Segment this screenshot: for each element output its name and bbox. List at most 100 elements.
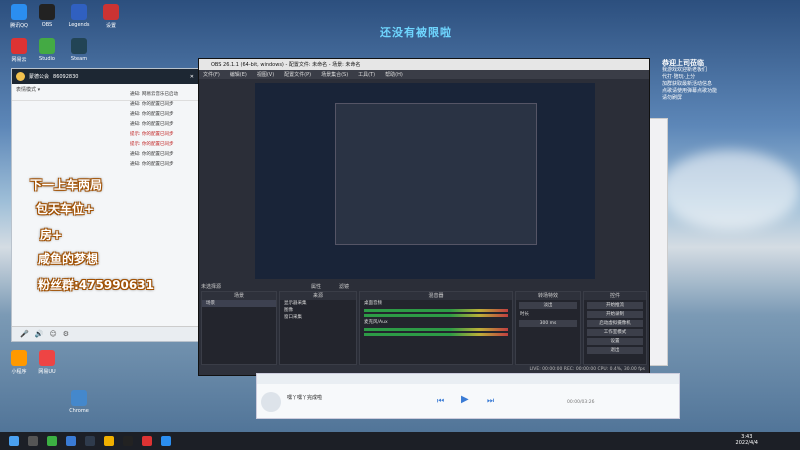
mixer-panel: 混音器 桌面音频 麦克风/Aux — [359, 291, 513, 365]
settings-button[interactable]: 设置 — [587, 338, 643, 345]
obs-window: OBS 26.1.1 (64-bit, windows) - 配置文件: 未命名… — [198, 58, 650, 376]
list-item: 提示: 你的配置已同步 — [130, 142, 174, 147]
controls-panel: 控件 开始推流 开始录制 启动虚拟摄像机 工作室模式 设置 退出 — [583, 291, 647, 365]
desktop-icon[interactable]: 网易UU — [30, 350, 64, 375]
no-source-label: 未选择源 — [201, 284, 222, 290]
qq-message-list: 通知: 网易云音乐已启动 通知: 你的配置已同步 通知: 你的配置已同步 通知:… — [130, 91, 198, 171]
menu-item[interactable]: 工具(T) — [358, 71, 375, 78]
list-item: 通知: 你的配置已同步 — [130, 102, 174, 107]
windows-start-icon[interactable] — [9, 436, 19, 446]
menu-item[interactable]: 帮助(H) — [385, 71, 403, 78]
play-icon[interactable]: ▶ — [461, 394, 469, 405]
menu-item[interactable]: 编辑(E) — [230, 71, 247, 78]
duration-label: 时长 — [520, 312, 529, 317]
right-line: 代打·陪玩·上分 — [662, 74, 696, 80]
menu-item[interactable]: 配置文件(P) — [284, 71, 311, 78]
chrome-icon — [71, 390, 87, 406]
qq-icon[interactable] — [161, 436, 171, 446]
desktop-icon[interactable]: Legends — [62, 4, 96, 28]
list-item: 通知: 你的配置已同步 — [130, 152, 174, 157]
speaker-icon[interactable]: 🔊 — [35, 330, 44, 338]
obs-menubar: 文件(F) 编辑(E) 视图(V) 配置文件(P) 场景集合(S) 工具(T) … — [199, 70, 649, 79]
music-player: 嘿丫嘿丫完成啦 ⏮ ▶ ⏭ 00:00/03:26 — [256, 373, 680, 419]
overlay-text: 下一上车两局 — [30, 178, 103, 192]
panel-title: 场景 — [202, 292, 276, 300]
right-title: 恭迎上司莅临 — [662, 59, 704, 67]
source-item[interactable]: 显示器采集 — [280, 300, 356, 307]
source-item[interactable]: 图像 — [280, 307, 356, 314]
mixer-track-label: 桌面音频 — [364, 301, 382, 306]
source-item[interactable]: 窗口采集 — [280, 314, 356, 321]
right-line: 加群获取最新活动信息 — [662, 81, 713, 87]
list-item: 通知: 网易云音乐已启动 — [130, 92, 178, 97]
desktop-icon[interactable]: 设置 — [94, 4, 128, 29]
play-time: 00:00/03:26 — [567, 400, 595, 405]
app-icon — [39, 38, 55, 54]
overlay-text: 咸鱼的梦想 — [38, 252, 99, 266]
duration-input[interactable]: 300 ms — [519, 320, 577, 327]
transition-select[interactable]: 淡出 — [519, 302, 577, 309]
panel-title: 混音器 — [360, 292, 512, 300]
obs-preview[interactable] — [255, 83, 595, 279]
browser-icon[interactable] — [66, 436, 76, 446]
start-streaming-button[interactable]: 开始推流 — [587, 302, 643, 309]
taskbar: 3:43 2022/4/4 — [0, 432, 800, 450]
clock-date: 2022/4/4 — [735, 440, 758, 446]
folder-icon[interactable] — [104, 436, 114, 446]
menu-item[interactable]: 文件(F) — [203, 71, 220, 78]
menu-item[interactable]: 视图(V) — [257, 71, 274, 78]
qq-toolbar: 🎤 🔊 ☺ ⚙ — [12, 326, 206, 341]
settings-icon[interactable]: ⚙ — [63, 330, 69, 338]
start-recording-button[interactable]: 开始录制 — [587, 311, 643, 318]
panel-title: 控件 — [584, 292, 646, 300]
scenes-panel: 场景 场景 — [201, 291, 277, 365]
prev-icon[interactable]: ⏮ — [437, 396, 444, 406]
qq-group-id: 86092830 — [53, 73, 79, 80]
wechat-icon[interactable] — [47, 436, 57, 446]
right-overlay: 恭迎上司莅临 我游戏欢迎新老板们 代打·陪玩·上分 加群获取最新活动信息 点歌请… — [662, 60, 792, 102]
avatar — [16, 72, 25, 81]
next-icon[interactable]: ⏭ — [487, 396, 494, 406]
audio-meter — [364, 333, 508, 336]
music-icon[interactable] — [142, 436, 152, 446]
overlay-text: 房+ — [40, 228, 63, 242]
overlay-text: 粉丝群:475990631 — [38, 278, 154, 292]
desktop-icon[interactable]: Steam — [62, 38, 96, 62]
search-icon[interactable] — [28, 436, 38, 446]
steam-icon[interactable] — [85, 436, 95, 446]
mixer-track-label: 麦克风/Aux — [364, 320, 388, 325]
overlay-text: 包天车位+ — [36, 202, 95, 216]
properties-button[interactable]: 属性 — [311, 283, 321, 290]
obs-icon — [39, 4, 55, 20]
studio-mode-button[interactable]: 工作室模式 — [587, 329, 643, 336]
steam-icon — [71, 38, 87, 54]
right-line: 我游戏欢迎新老板们 — [662, 67, 708, 73]
desktop-icon[interactable]: Studio — [30, 38, 64, 62]
emoji-icon[interactable]: ☺ — [49, 330, 56, 338]
app-icon — [11, 4, 27, 20]
desktop-icon[interactable]: Chrome — [62, 390, 96, 414]
taskbar-clock[interactable]: 3:43 2022/4/4 — [736, 434, 758, 446]
exit-button[interactable]: 退出 — [587, 347, 643, 354]
qq-title: 蒙德公会 — [29, 74, 50, 80]
app-icon — [71, 4, 87, 20]
obs-icon[interactable] — [123, 436, 133, 446]
menu-item[interactable]: 场景集合(S) — [321, 71, 348, 78]
audio-meter — [364, 314, 508, 317]
panel-title: 来源 — [280, 292, 356, 300]
virtual-camera-button[interactable]: 启动虚拟摄像机 — [587, 320, 643, 327]
app-icon — [103, 4, 119, 20]
list-item: 通知: 你的配置已同步 — [130, 122, 174, 127]
list-item: 通知: 你的配置已同步 — [130, 112, 174, 117]
app-icon — [39, 350, 55, 366]
song-title: 嘿丫嘿丫完成啦 — [287, 395, 323, 401]
scene-item[interactable]: 场景 — [202, 300, 276, 307]
transition-panel: 转场特效 淡出 时长 300 ms — [515, 291, 581, 365]
panel-title: 转场特效 — [516, 292, 580, 300]
filters-button[interactable]: 滤镜 — [339, 283, 349, 290]
audio-meter — [364, 328, 508, 331]
mic-icon[interactable]: 🎤 — [20, 330, 29, 338]
close-icon[interactable]: ✕ — [190, 74, 194, 80]
nested-preview — [335, 103, 537, 245]
desktop-icon[interactable]: OBS — [30, 4, 64, 28]
